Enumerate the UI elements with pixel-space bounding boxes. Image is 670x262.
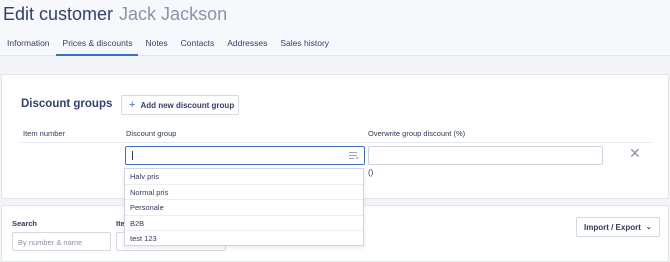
close-icon[interactable]: ✕ (629, 146, 641, 160)
discount-group-dropdown: Halv pris Normal pris Personale B2B test… (124, 168, 364, 246)
import-export-button[interactable]: Import / Export ⌄ (576, 217, 660, 237)
overwrite-discount-input[interactable] (368, 146, 603, 165)
dropdown-option-test-123[interactable]: test 123 (125, 231, 363, 247)
discount-groups-title: Discount groups (21, 98, 113, 110)
column-header-item-number: Item number (23, 129, 66, 138)
chevron-down-icon: ⌄ (645, 224, 652, 231)
dropdown-option-personale[interactable]: Personale (125, 200, 363, 216)
tab-notes[interactable]: Notes (138, 36, 173, 56)
add-discount-group-button[interactable]: + Add new discount group (121, 95, 239, 115)
page-header: Edit customer Jack Jackson Information Pr… (0, 0, 670, 56)
tab-addresses[interactable]: Addresses (220, 36, 273, 56)
tab-contacts[interactable]: Contacts (174, 36, 221, 56)
overwrite-note: () (368, 168, 374, 177)
plus-icon: + (129, 98, 136, 111)
dropdown-option-halv-pris[interactable]: Halv pris (125, 169, 363, 185)
search-input[interactable]: By number & name (12, 232, 111, 251)
dropdown-option-normal-pris[interactable]: Normal pris (125, 185, 363, 200)
add-discount-group-label: Add new discount group (140, 100, 235, 110)
dropdown-option-b2b[interactable]: B2B (125, 216, 363, 231)
column-header-overwrite-discount: Overwrite group discount (%) (368, 129, 466, 138)
import-export-label: Import / Export (584, 222, 641, 232)
page-title-text: Edit customer (3, 4, 114, 24)
header-divider (21, 142, 651, 143)
tab-bar: Information Prices & discounts Notes Con… (0, 36, 335, 56)
search-label: Search (12, 219, 38, 228)
tab-prices-discounts[interactable]: Prices & discounts (55, 36, 139, 56)
tab-information[interactable]: Information (0, 36, 56, 56)
column-header-discount-group: Discount group (126, 129, 177, 138)
list-icon (349, 152, 359, 160)
text-cursor (132, 151, 133, 160)
page-title: Edit customer Jack Jackson (3, 4, 227, 25)
tab-sales-history[interactable]: Sales history (273, 36, 335, 56)
discount-group-select[interactable] (125, 146, 365, 165)
customer-name: Jack Jackson (119, 4, 228, 24)
